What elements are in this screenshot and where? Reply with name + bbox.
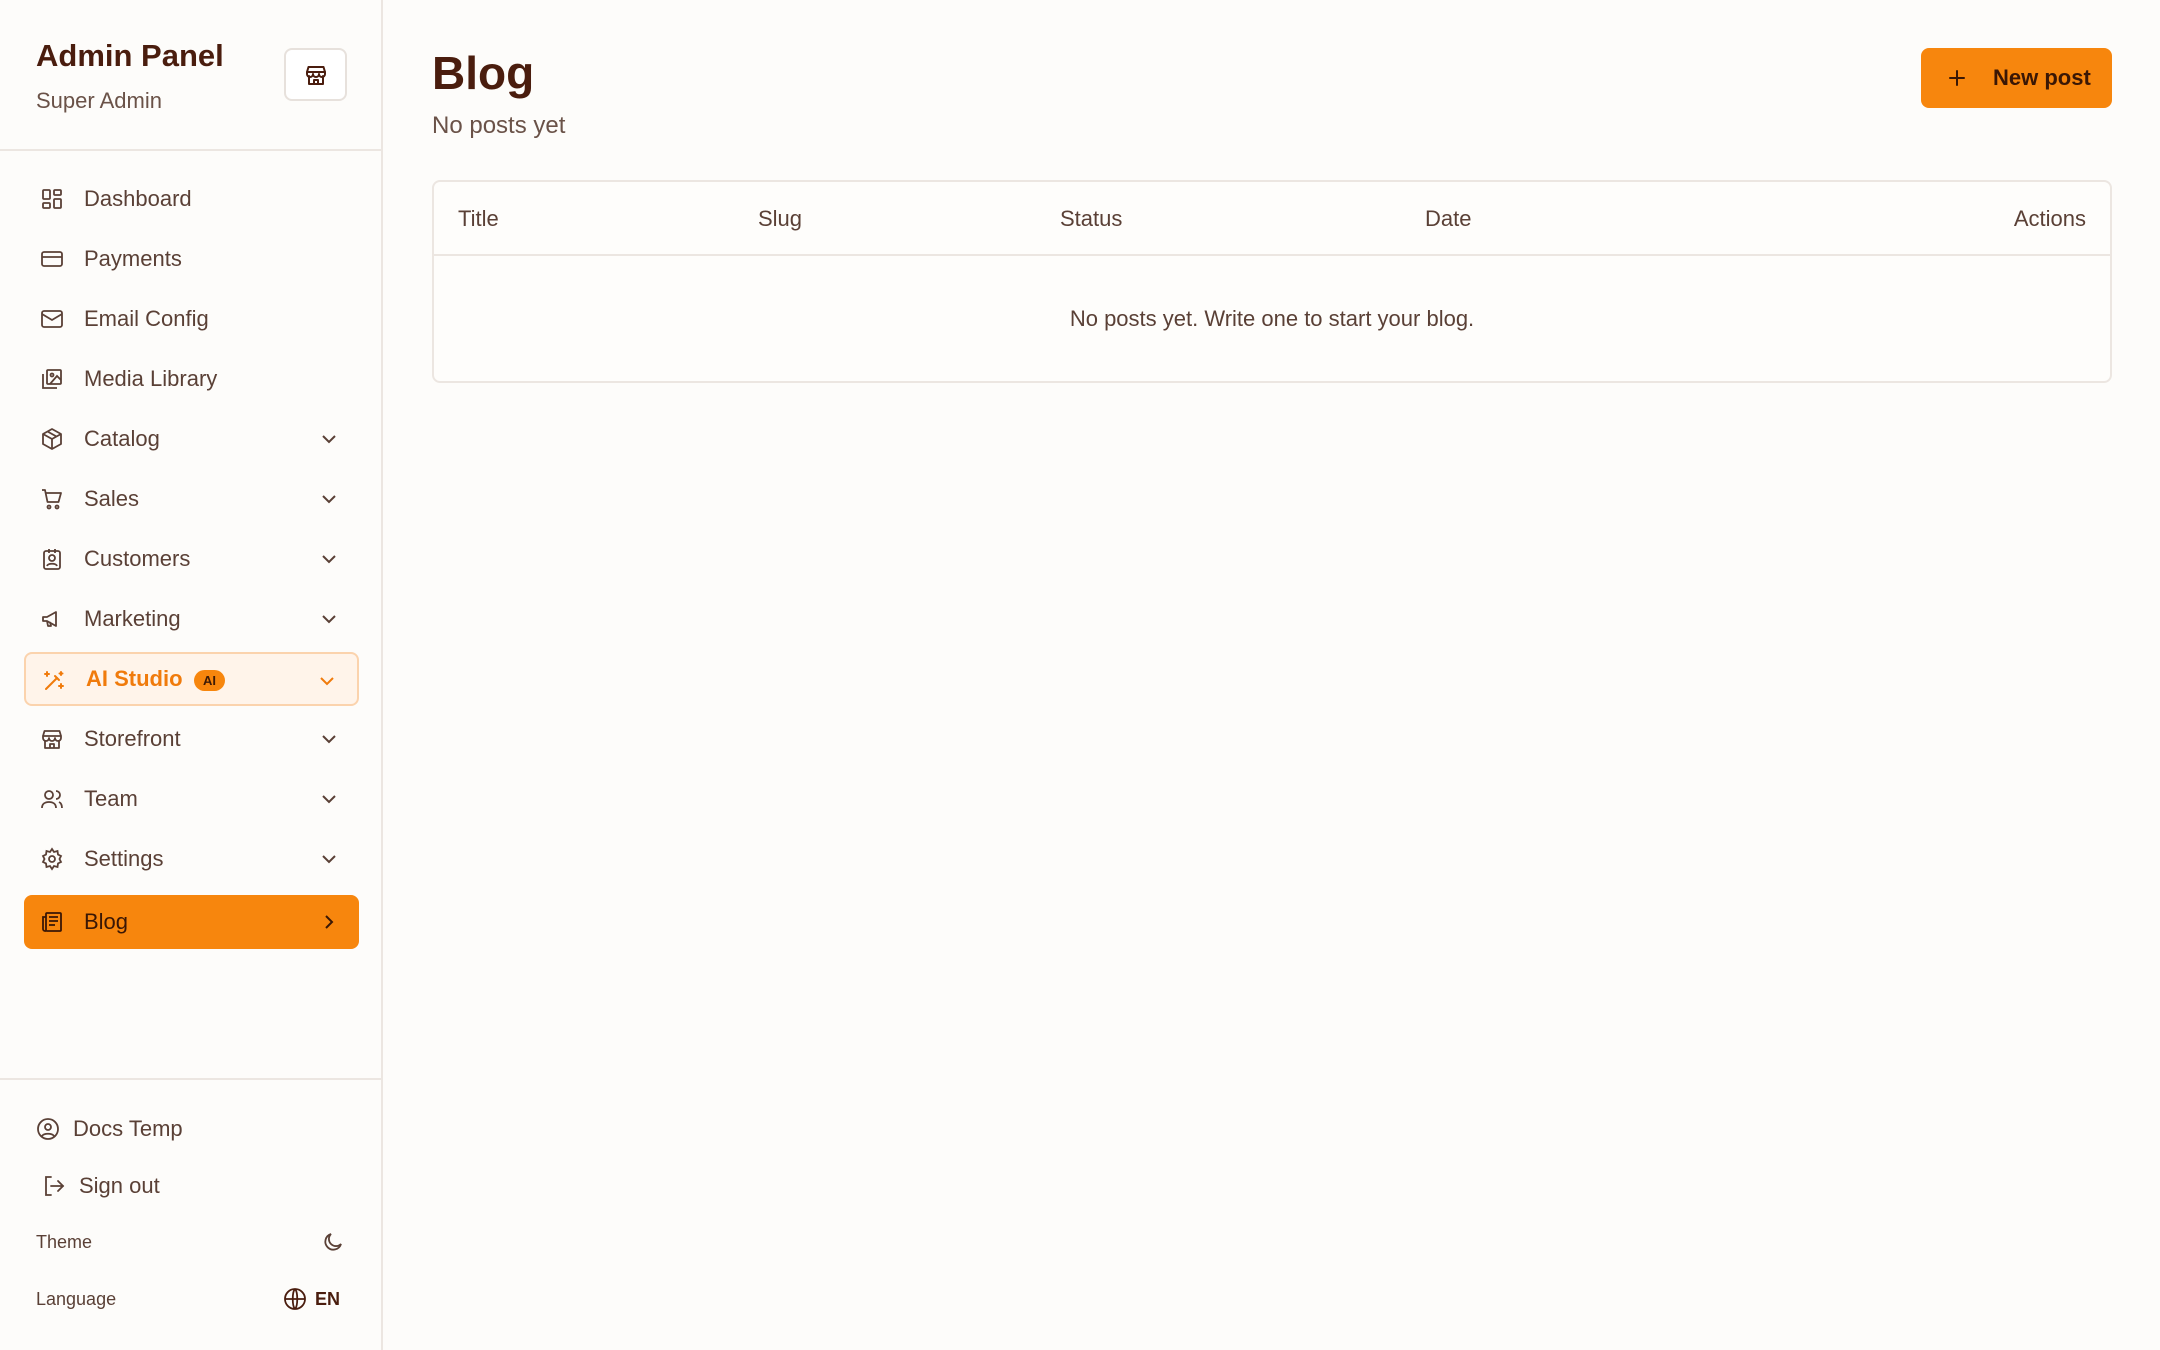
sidebar-item-label: Customers (84, 546, 191, 571)
magic-wand-icon (42, 669, 66, 693)
sidebar: Admin Panel Super Admin Dashboard Paymen… (0, 0, 383, 1350)
language-value: EN (315, 1288, 341, 1309)
sidebar-item-label: Blog (84, 909, 129, 934)
table-header: Title Slug Status Date Actions (434, 182, 2110, 256)
globe-icon (283, 1287, 307, 1311)
language-label: Language (36, 1289, 117, 1309)
sidebar-item-label: Dashboard (84, 186, 192, 211)
contact-icon (40, 547, 64, 571)
column-header-slug: Slug (758, 206, 803, 231)
theme-toggle-button[interactable] (321, 1230, 345, 1254)
sidebar-item-settings[interactable]: Settings (24, 832, 359, 886)
user-circle-icon (36, 1117, 60, 1141)
sidebar-item-label: Email Config (84, 306, 209, 331)
sidebar-item-label: Storefront (84, 726, 181, 751)
language-selector[interactable]: EN (283, 1287, 340, 1311)
chevron-down-icon (317, 487, 341, 511)
sidebar-header: Admin Panel Super Admin (0, 0, 381, 151)
page-subtitle: No posts yet (432, 112, 566, 139)
sidebar-item-storefront[interactable]: Storefront (24, 712, 359, 766)
sidebar-item-media-library[interactable]: Media Library (24, 352, 359, 406)
sidebar-item-label: Marketing (84, 606, 181, 631)
theme-label: Theme (36, 1232, 93, 1252)
posts-table: Title Slug Status Date Actions No posts … (432, 180, 2112, 383)
sidebar-item-label: Settings (84, 846, 164, 871)
megaphone-icon (40, 607, 64, 631)
newspaper-icon (40, 910, 64, 934)
user-account-link[interactable]: Docs Temp (36, 1116, 183, 1142)
sidebar-item-marketing[interactable]: Marketing (24, 592, 359, 646)
sign-out-label: Sign out (79, 1173, 160, 1198)
page-title: Blog (432, 47, 535, 99)
chevron-down-icon (317, 607, 341, 631)
app-title: Admin Panel (36, 38, 224, 73)
column-header-title: Title (458, 206, 499, 231)
sidebar-item-ai-studio[interactable]: AI Studio AI (24, 652, 359, 706)
store-icon (40, 727, 64, 751)
chevron-down-icon (317, 427, 341, 451)
gear-icon (40, 847, 64, 871)
new-post-label: New post (1993, 65, 2091, 90)
image-library-icon (40, 367, 64, 391)
sidebar-item-blog[interactable]: Blog (24, 895, 359, 949)
moon-icon (321, 1230, 345, 1254)
package-icon (40, 427, 64, 451)
chevron-down-icon (315, 669, 339, 693)
chevron-right-icon (317, 910, 341, 934)
view-store-button[interactable] (284, 48, 347, 101)
chevron-down-icon (317, 787, 341, 811)
sidebar-item-label: AI Studio (86, 666, 183, 691)
mail-icon (40, 307, 64, 331)
credit-card-icon (40, 247, 64, 271)
sidebar-item-catalog[interactable]: Catalog (24, 412, 359, 466)
sidebar-item-label: Sales (84, 486, 140, 511)
plus-icon (1945, 66, 1969, 90)
column-header-actions: Actions (2013, 206, 2086, 231)
sidebar-item-label: Payments (84, 246, 182, 271)
user-name: Docs Temp (73, 1116, 183, 1141)
cart-icon (40, 487, 64, 511)
ai-badge: AI (194, 670, 225, 691)
sidebar-item-sales[interactable]: Sales (24, 472, 359, 526)
sign-out-button[interactable]: Sign out (42, 1173, 160, 1199)
log-out-icon (42, 1174, 66, 1198)
dashboard-icon (40, 187, 64, 211)
sidebar-item-team[interactable]: Team (24, 772, 359, 826)
store-icon (304, 63, 328, 87)
new-post-button[interactable]: New post (1921, 48, 2112, 108)
sidebar-item-email-config[interactable]: Email Config (24, 292, 359, 346)
sidebar-footer: Docs Temp Sign out Theme Language EN (0, 1078, 381, 1350)
user-role: Super Admin (36, 88, 162, 113)
sidebar-item-label: Team (84, 786, 138, 811)
chevron-down-icon (317, 547, 341, 571)
chevron-down-icon (317, 727, 341, 751)
sidebar-item-label: Catalog (84, 426, 160, 451)
chevron-down-icon (317, 847, 341, 871)
column-header-date: Date (1425, 206, 1472, 231)
users-icon (40, 787, 64, 811)
sidebar-item-customers[interactable]: Customers (24, 532, 359, 586)
column-header-status: Status (1060, 206, 1123, 231)
sidebar-item-payments[interactable]: Payments (24, 232, 359, 286)
sidebar-item-label: Media Library (84, 366, 218, 391)
empty-state-message: No posts yet. Write one to start your bl… (1069, 306, 1475, 331)
sidebar-item-dashboard[interactable]: Dashboard (24, 172, 359, 226)
